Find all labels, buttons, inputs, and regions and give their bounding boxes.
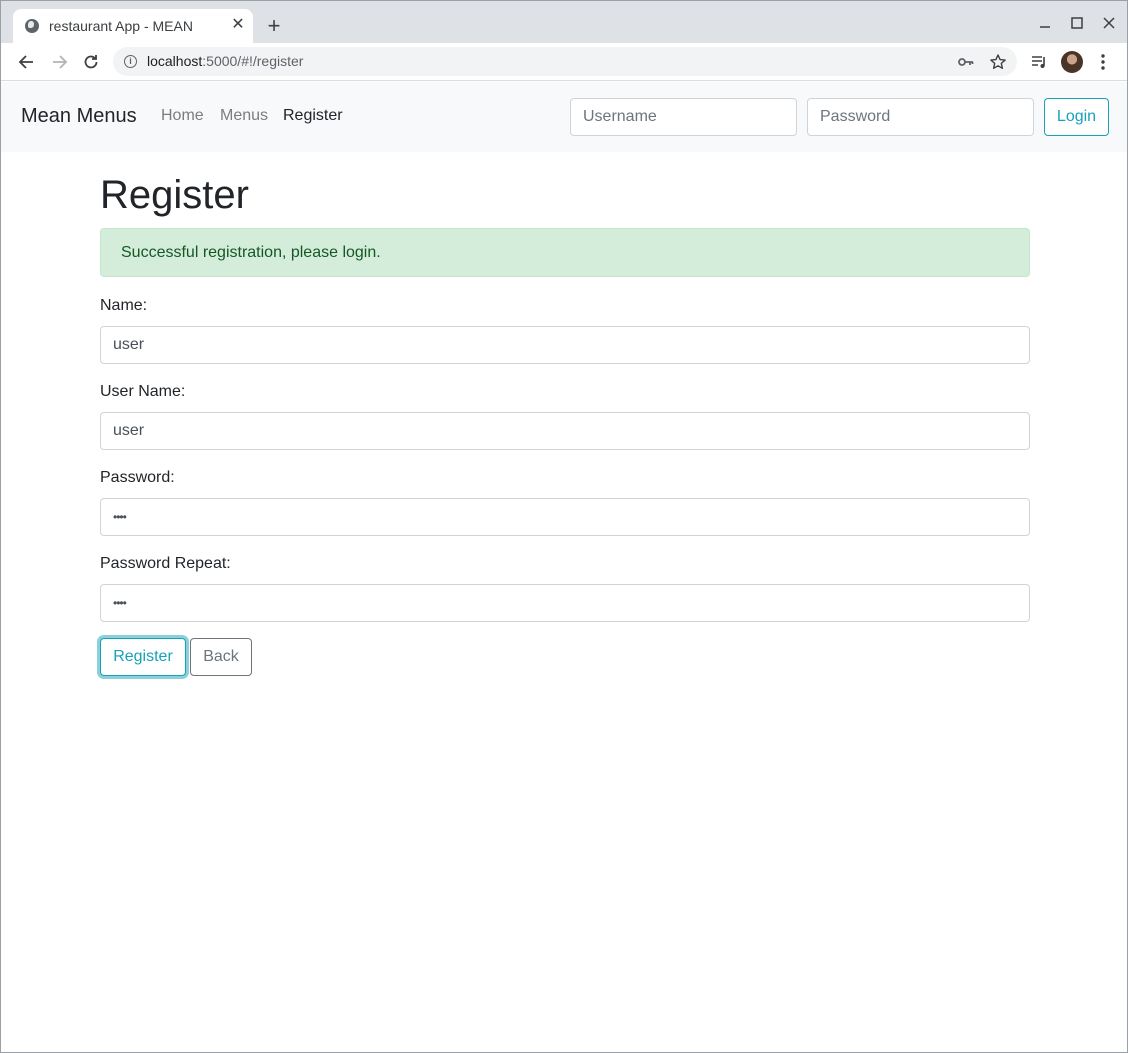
media-queue-icon[interactable] bbox=[1029, 52, 1049, 72]
reload-icon[interactable] bbox=[81, 52, 101, 72]
close-window-icon[interactable] bbox=[1099, 13, 1119, 33]
url-path: :5000/#!/register bbox=[202, 53, 304, 69]
url-text: localhost:5000/#!/register bbox=[147, 53, 303, 69]
name-field[interactable]: user bbox=[100, 326, 1030, 364]
globe-icon bbox=[25, 19, 39, 33]
info-icon[interactable]: i bbox=[124, 55, 137, 68]
password-label: Password: bbox=[100, 469, 175, 486]
app-navbar: Mean Menus Home Menus Register Username … bbox=[1, 82, 1127, 152]
password-repeat-field[interactable]: •••• bbox=[100, 584, 1030, 622]
nav-link-home[interactable]: Home bbox=[161, 107, 204, 125]
password-field[interactable]: •••• bbox=[100, 498, 1030, 536]
star-icon[interactable] bbox=[989, 53, 1007, 71]
tab-title: restaurant App - MEAN bbox=[49, 18, 193, 34]
kebab-menu-icon[interactable] bbox=[1093, 52, 1113, 72]
url-host: localhost bbox=[147, 53, 203, 69]
nav-link-register[interactable]: Register bbox=[283, 107, 343, 125]
close-icon[interactable]: ✕ bbox=[229, 16, 247, 34]
page-title: Register bbox=[100, 173, 249, 217]
login-button[interactable]: Login bbox=[1044, 98, 1109, 136]
plus-icon[interactable]: + bbox=[263, 15, 285, 37]
forward-arrow-icon[interactable] bbox=[49, 52, 69, 72]
browser-window: restaurant App - MEAN ✕ + i localhost:50… bbox=[0, 0, 1128, 1053]
nav-link-menus[interactable]: Menus bbox=[220, 107, 268, 125]
success-alert: Successful registration, please login. bbox=[100, 228, 1030, 277]
browser-tab[interactable]: restaurant App - MEAN ✕ bbox=[13, 9, 253, 43]
back-arrow-icon[interactable] bbox=[17, 52, 37, 72]
password-repeat-label: Password Repeat: bbox=[100, 555, 231, 572]
username-placeholder: Username bbox=[583, 108, 657, 125]
username-label: User Name: bbox=[100, 383, 186, 400]
brand-link[interactable]: Mean Menus bbox=[21, 105, 137, 128]
browser-toolbar: i localhost:5000/#!/register bbox=[1, 43, 1127, 81]
password-value: •••• bbox=[113, 510, 127, 524]
username-field[interactable]: user bbox=[100, 412, 1030, 450]
maximize-icon[interactable] bbox=[1067, 13, 1087, 33]
login-password-input[interactable]: Password bbox=[807, 98, 1034, 136]
login-username-input[interactable]: Username bbox=[570, 98, 797, 136]
avatar[interactable] bbox=[1061, 51, 1083, 73]
name-label: Name: bbox=[100, 297, 148, 314]
register-button[interactable]: Register bbox=[100, 638, 186, 676]
key-icon[interactable] bbox=[957, 53, 975, 71]
address-bar[interactable]: i localhost:5000/#!/register bbox=[113, 47, 1017, 76]
back-button[interactable]: Back bbox=[190, 638, 252, 676]
minimize-icon[interactable] bbox=[1035, 13, 1055, 33]
password-repeat-value: •••• bbox=[113, 596, 127, 610]
username-value: user bbox=[113, 422, 145, 439]
password-placeholder: Password bbox=[820, 108, 891, 125]
name-value: user bbox=[113, 336, 145, 353]
tab-strip: restaurant App - MEAN ✕ + bbox=[1, 1, 1127, 43]
